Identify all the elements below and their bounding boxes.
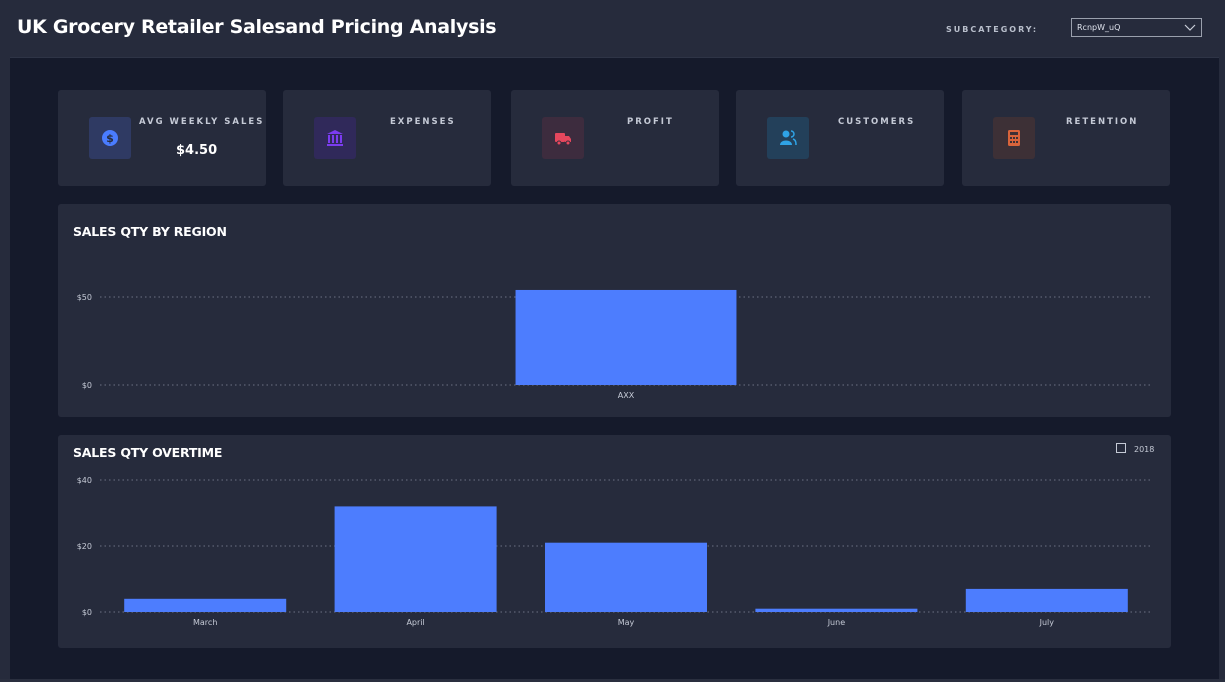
dollar-coin-icon: $ (102, 130, 118, 146)
bar-april[interactable] (334, 506, 497, 612)
bar-july[interactable] (965, 588, 1128, 612)
sales-by-region-panel: SALES QTY BY REGION $0 $50 AXX (58, 204, 1171, 417)
bar-axx[interactable] (515, 289, 737, 385)
svg-text:$: $ (106, 132, 114, 145)
kpi-label: CUSTOMERS (838, 117, 916, 127)
subcategory-label: SUBCATEGORY: (946, 25, 1039, 34)
truck-icon (555, 133, 571, 146)
x-tick-label: April (406, 618, 424, 627)
subcategory-dropdown[interactable]: RcnpW_uQ (1071, 18, 1202, 37)
bar-june[interactable] (755, 608, 918, 612)
kpi-card-customers: CUSTOMERS (736, 90, 944, 186)
x-tick-label: AXX (618, 391, 635, 400)
bar-march[interactable] (124, 598, 287, 612)
kpi-card-avg-weekly-sales: $ AVG WEEKLY SALES $4.50 (58, 90, 266, 186)
y-tick-label: $0 (82, 381, 92, 390)
bank-icon (327, 130, 343, 146)
sales-overtime-panel: SALES QTY OVERTIME 2018 $0 $20 $40 March Apr… (58, 435, 1171, 648)
x-tick-label: July (1039, 618, 1055, 627)
users-icon (780, 130, 797, 146)
x-tick-label: June (827, 618, 846, 627)
y-tick-label: $0 (82, 608, 92, 617)
kpi-icon-box (767, 117, 809, 159)
window-frame-right (1219, 0, 1225, 682)
y-tick-label: $20 (77, 542, 92, 551)
y-tick-label: $50 (77, 293, 92, 302)
kpi-card-expenses: EXPENSES (283, 90, 491, 186)
kpi-card-profit: PROFIT (511, 90, 719, 186)
x-tick-label: May (618, 618, 635, 627)
sales-by-region-chart: $0 $50 AXX (77, 289, 1152, 400)
kpi-icon-box: $ (89, 117, 131, 159)
report-header: UK Grocery Retailer Salesand Pricing Ana… (10, 0, 1219, 58)
kpi-icon-box (542, 117, 584, 159)
sales-overtime-chart: $0 $20 $40 March April May June July (77, 476, 1152, 627)
kpi-icon-box (314, 117, 356, 159)
x-tick-label: March (193, 618, 217, 627)
kpi-label: PROFIT (627, 117, 674, 127)
kpi-icon-box (993, 117, 1035, 159)
chevron-down-icon (1184, 24, 1196, 31)
bar-may[interactable] (544, 542, 708, 612)
window-frame-left (0, 0, 10, 682)
kpi-label: RETENTION (1066, 117, 1139, 127)
calculator-icon (1008, 130, 1020, 146)
report-title: UK Grocery Retailer Salesand Pricing Ana… (17, 16, 497, 38)
kpi-card-retention: RETENTION (962, 90, 1170, 186)
kpi-label: AVG WEEKLY SALES (139, 117, 265, 127)
kpi-label: EXPENSES (390, 117, 456, 127)
subcategory-selected-value: RcnpW_uQ (1077, 23, 1121, 32)
y-tick-label: $40 (77, 476, 92, 485)
kpi-value: $4.50 (176, 143, 218, 158)
